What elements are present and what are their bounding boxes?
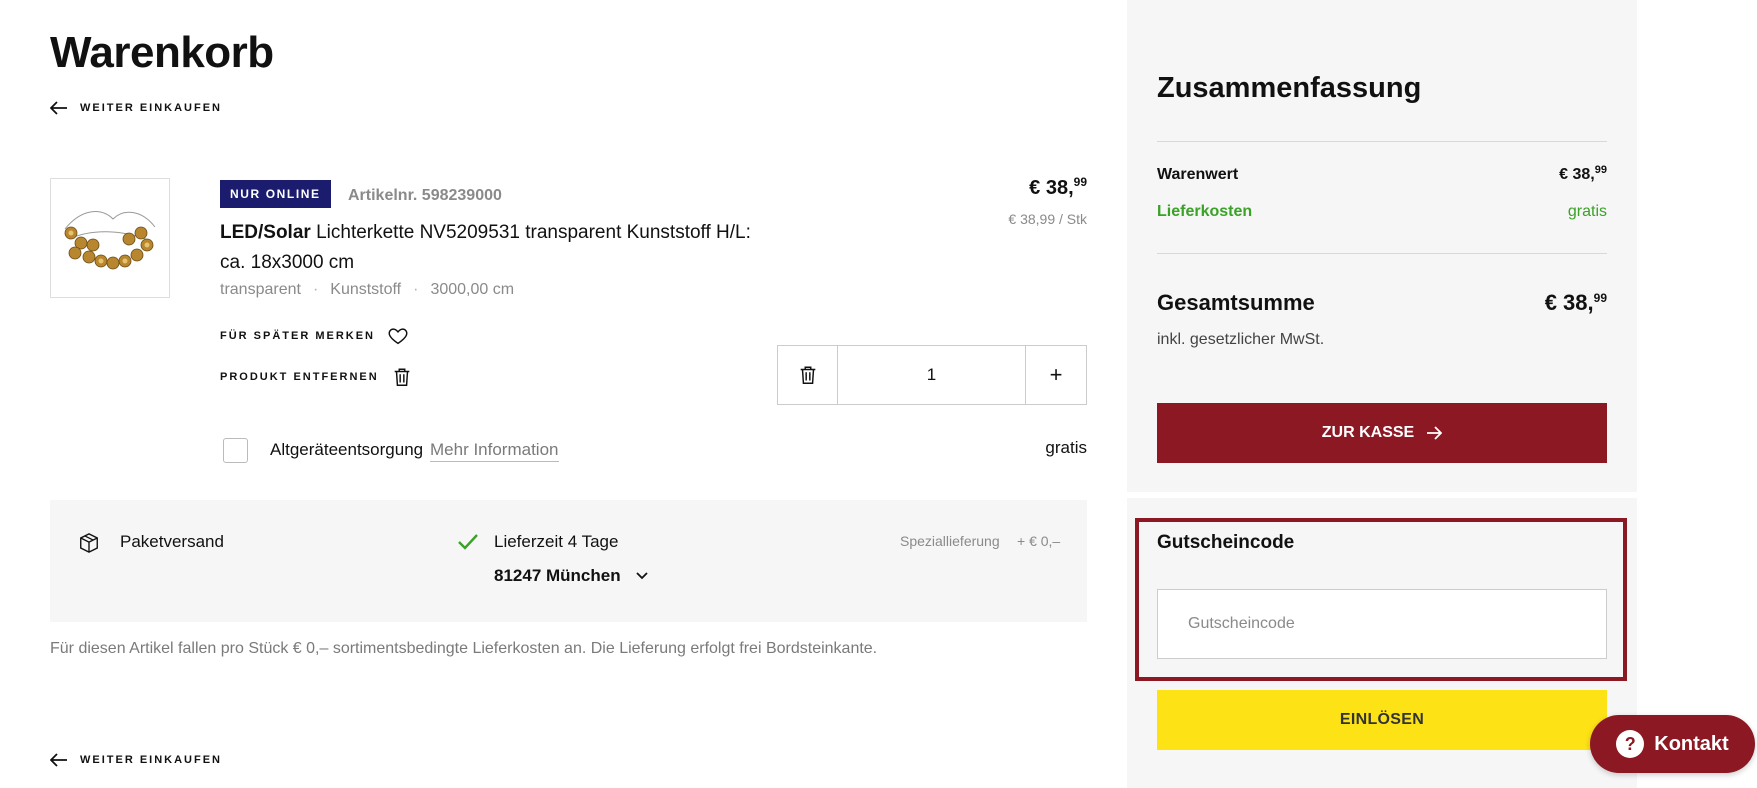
product-title-bold: LED/Solar	[220, 222, 311, 243]
contact-label: Kontakt	[1654, 732, 1729, 755]
page-title: Warenkorb	[50, 28, 274, 77]
goods-value-main: € 38,	[1559, 166, 1595, 183]
trash-icon	[394, 368, 410, 386]
unit-price: € 38,99 / Stk	[1008, 211, 1087, 227]
continue-shopping-link-bottom[interactable]: WEITER EINKAUFEN	[50, 753, 222, 767]
attribute-color: transparent	[220, 281, 301, 298]
arrow-right-icon	[1427, 426, 1443, 440]
goods-value-row: Warenwert € 38,99	[1157, 164, 1607, 184]
package-icon	[80, 533, 98, 553]
checkmark-icon	[458, 534, 478, 550]
checkout-label: ZUR KASSE	[1321, 424, 1415, 441]
delivery-cost-row: Lieferkosten gratis	[1157, 203, 1607, 221]
disposal-label: Altgeräteentsorgung	[270, 440, 424, 459]
attribute-length: 3000,00 cm	[430, 281, 515, 298]
shipping-box	[50, 500, 1087, 622]
redeem-voucher-button[interactable]: EINLÖSEN	[1157, 690, 1607, 750]
remove-product-label: PRODUKT ENTFERNEN	[220, 371, 379, 383]
product-image[interactable]	[50, 178, 170, 298]
save-for-later-label: FÜR SPÄTER MERKEN	[220, 330, 376, 342]
item-price-main: € 38,	[1029, 177, 1074, 199]
total-value: € 38,99	[1545, 290, 1607, 316]
total-value-cents: 99	[1593, 291, 1607, 305]
item-price: € 38,99	[1029, 175, 1087, 200]
summary-divider	[1157, 141, 1607, 142]
checkout-button[interactable]: ZUR KASSE	[1157, 403, 1607, 463]
total-label: Gesamtsumme	[1157, 290, 1315, 315]
heart-icon	[388, 328, 408, 345]
attribute-separator: ·	[413, 281, 419, 298]
quantity-delete-button[interactable]	[778, 346, 838, 404]
shipping-method: Paketversand	[120, 532, 224, 551]
question-icon: ?	[1616, 730, 1645, 758]
article-number: Artikelnr. 598239000	[348, 187, 502, 204]
delivery-cost-value: gratis	[1567, 203, 1607, 220]
total-value-main: € 38,	[1544, 290, 1594, 315]
online-only-badge: NUR ONLINE	[220, 180, 331, 208]
more-information-link[interactable]: Mehr Information	[430, 440, 559, 462]
arrow-left-icon	[50, 753, 67, 767]
summary-title: Zusammenfassung	[1157, 72, 1422, 104]
attribute-separator: ·	[312, 281, 319, 298]
total-row: Gesamtsumme € 38,99	[1157, 290, 1607, 316]
quantity-input[interactable]: 1	[838, 346, 1026, 404]
save-for-later-button[interactable]: FÜR SPÄTER MERKEN	[220, 325, 409, 347]
contact-button[interactable]: ? Kontakt	[1590, 715, 1755, 773]
goods-value-cents: 99	[1594, 164, 1607, 176]
goods-value: € 38,99	[1559, 164, 1607, 184]
continue-shopping-label: WEITER EINKAUFEN	[80, 102, 222, 114]
special-delivery-label: Speziallieferung	[900, 533, 1000, 549]
special-delivery-price: + € 0,–	[1017, 533, 1061, 549]
delivery-note: Für diesen Artikel fallen pro Stück € 0,…	[50, 640, 878, 657]
attribute-material: Kunststoff	[330, 281, 402, 298]
zip-location-selector[interactable]: 81247 München	[494, 566, 649, 586]
continue-shopping-label: WEITER EINKAUFEN	[80, 754, 222, 766]
string-lights-image	[64, 211, 156, 270]
product-title[interactable]: LED/Solar Lichterkette NV5209531 transpa…	[220, 218, 780, 278]
zip-location-label: 81247 München	[494, 566, 621, 585]
delivery-time: Lieferzeit 4 Tage	[494, 532, 619, 551]
quantity-increase-button[interactable]: +	[1026, 346, 1086, 404]
summary-divider	[1157, 253, 1607, 254]
disposal-price: gratis	[1045, 438, 1087, 457]
chevron-down-icon	[635, 572, 648, 580]
continue-shopping-link-top[interactable]: WEITER EINKAUFEN	[50, 101, 222, 115]
remove-product-button[interactable]: PRODUKT ENTFERNEN	[220, 366, 413, 388]
goods-value-label: Warenwert	[1157, 166, 1239, 183]
trash-icon	[800, 366, 815, 384]
voucher-title: Gutscheincode	[1157, 532, 1295, 553]
delivery-cost-label: Lieferkosten	[1157, 203, 1253, 220]
voucher-code-input[interactable]	[1157, 589, 1607, 659]
disposal-checkbox[interactable]	[223, 438, 248, 463]
vat-note: inkl. gesetzlicher MwSt.	[1157, 331, 1325, 348]
product-attributes: transparent · Kunststoff · 3000,00 cm	[220, 281, 514, 299]
quantity-stepper: 1 +	[777, 345, 1087, 405]
item-price-cents: 99	[1073, 175, 1087, 189]
arrow-left-icon	[50, 101, 67, 115]
